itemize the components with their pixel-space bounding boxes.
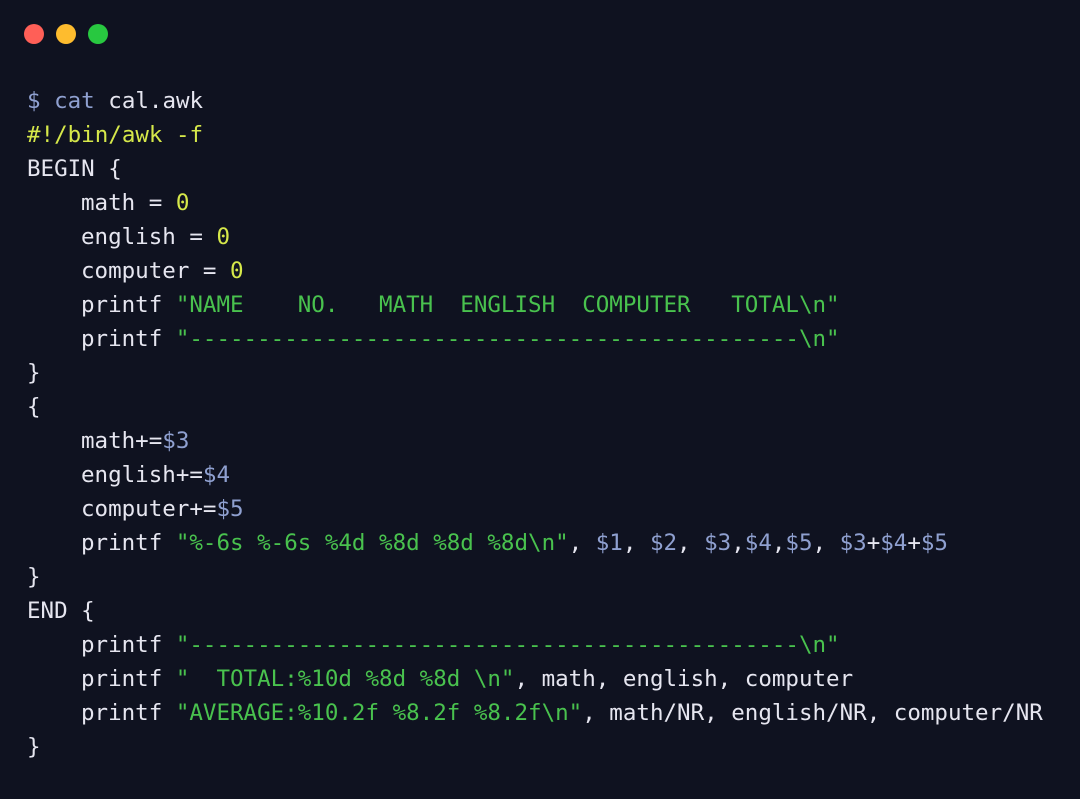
code-line: printf " TOTAL:%10d %8d %8d \n", math, e…	[27, 662, 1043, 696]
code-token-text: END {	[27, 598, 95, 624]
code-token-variable: $4	[202, 462, 231, 488]
code-token-text: printf	[81, 700, 176, 726]
code-token-text: ,	[568, 530, 596, 556]
code-token-number: 0	[216, 224, 231, 250]
code-token-text: }	[27, 360, 41, 386]
code-token-number: 0	[230, 258, 244, 284]
code-line: english+=$4	[27, 458, 1043, 492]
code-token-shebang: #!/bin/awk -f	[27, 122, 204, 148]
code-token-prompt: $ cat	[27, 88, 95, 114]
code-token-string: "---------------------------------------…	[175, 632, 840, 658]
code-line: printf "NAME NO. MATH ENGLISH COMPUTER T…	[27, 288, 1043, 322]
code-token-variable: $4	[880, 530, 908, 556]
code-token-variable: $5	[216, 496, 244, 522]
code-token-variable: $5	[920, 530, 948, 556]
code-line: }	[27, 730, 1043, 764]
code-token-string: "%-6s %-6s %4d %8d %8d %8d\n"	[175, 530, 569, 556]
code-token-variable: $2	[649, 530, 678, 556]
minimize-dot-icon[interactable]	[56, 24, 76, 44]
code-token-text: ,	[677, 530, 705, 556]
code-token-variable: $3	[704, 530, 732, 556]
code-token-text: printf	[81, 632, 176, 658]
code-line: printf "%-6s %-6s %4d %8d %8d %8d\n", $1…	[27, 526, 1043, 560]
code-token-text: {	[27, 394, 41, 420]
code-line: english = 0	[27, 220, 1043, 254]
code-token-text: computer+=	[81, 496, 217, 522]
code-token-text: , math/NR, english/NR, computer/NR	[582, 700, 1043, 726]
code-token-text: ,	[731, 530, 745, 556]
close-dot-icon[interactable]	[24, 24, 44, 44]
code-line: }	[27, 560, 1043, 594]
code-token-text: ,	[771, 530, 786, 556]
code-token-text: cal.awk	[94, 88, 204, 114]
code-line: END {	[27, 594, 1043, 628]
code-token-string: "---------------------------------------…	[175, 326, 840, 352]
code-token-text: BEGIN {	[27, 156, 122, 182]
code-token-text: }	[27, 564, 41, 590]
code-token-variable: $4	[744, 530, 772, 556]
code-line: BEGIN {	[27, 152, 1043, 186]
code-line: computer = 0	[27, 254, 1043, 288]
code-token-string: "AVERAGE:%10.2f %8.2f %8.2f\n"	[175, 700, 583, 726]
code-token-text: ,	[812, 530, 840, 556]
code-token-variable: $3	[162, 428, 190, 454]
code-line: #!/bin/awk -f	[27, 118, 1043, 152]
code-token-text: printf	[81, 530, 176, 556]
code-token-variable: $3	[839, 530, 867, 556]
code-line: computer+=$5	[27, 492, 1043, 526]
code-line: {	[27, 390, 1043, 424]
code-token-text: +	[907, 530, 921, 556]
code-line: $ cat cal.awk	[27, 84, 1043, 118]
code-token-variable: $5	[785, 530, 813, 556]
window-controls	[24, 24, 108, 44]
code-token-text: printf	[81, 326, 176, 352]
code-token-number: 0	[175, 190, 190, 216]
terminal-window: $ cat cal.awk #!/bin/awk -f BEGIN { math = …	[0, 0, 1080, 799]
code-line: printf "--------------------------------…	[27, 628, 1043, 662]
code-token-text: printf	[81, 666, 176, 692]
code-token-string: " TOTAL:%10d %8d %8d \n"	[175, 666, 515, 692]
maximize-dot-icon[interactable]	[88, 24, 108, 44]
code-token-text: math =	[81, 190, 176, 216]
code-token-variable: $1	[595, 530, 623, 556]
terminal-output: $ cat cal.awk #!/bin/awk -f BEGIN { math = …	[27, 84, 1043, 764]
code-line: printf "--------------------------------…	[27, 322, 1043, 356]
code-token-text: english+=	[81, 462, 203, 488]
code-token-text: math+=	[81, 428, 163, 454]
code-line: math = 0	[27, 186, 1043, 220]
code-token-text: +	[866, 530, 881, 556]
code-line: printf "AVERAGE:%10.2f %8.2f %8.2f\n", m…	[27, 696, 1043, 730]
code-token-text: ,	[622, 530, 650, 556]
code-token-text: , math, english, computer	[514, 666, 854, 692]
code-token-text: english =	[81, 224, 217, 250]
code-line: math+=$3	[27, 424, 1043, 458]
code-token-text: computer =	[81, 258, 231, 284]
code-token-text: printf	[81, 292, 176, 318]
code-token-text: }	[27, 734, 41, 760]
code-token-string: "NAME NO. MATH ENGLISH COMPUTER TOTAL\n"	[175, 292, 840, 318]
code-line: }	[27, 356, 1043, 390]
